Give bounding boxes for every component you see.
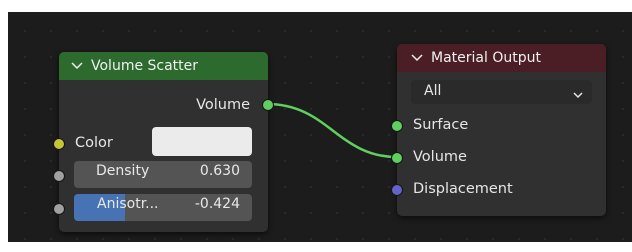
color-input-socket[interactable] [53, 138, 65, 150]
output-volume-socket[interactable] [262, 99, 274, 111]
color-label: Color [75, 135, 113, 151]
anisotropy-input-socket[interactable] [53, 203, 65, 215]
anisotropy-value: -0.424 [194, 196, 240, 212]
material-output-node[interactable]: Material Output All Surface Volume Displ… [391, 44, 606, 216]
anisotropy-label: Anisotr... [97, 196, 159, 212]
displacement-label: Displacement [413, 181, 513, 197]
volume-scatter-title: Volume Scatter [91, 58, 199, 74]
chevron-down-icon [573, 87, 583, 103]
volume-label: Volume [413, 149, 467, 165]
density-label: Density [96, 163, 150, 179]
target-dropdown[interactable]: All [411, 80, 592, 104]
volume-scatter-header[interactable]: Volume Scatter [59, 52, 268, 80]
material-output-title: Material Output [431, 50, 541, 66]
node-editor-canvas[interactable]: Volume Scatter Volume Color Density 0.63… [8, 12, 632, 242]
chevron-down-icon[interactable] [71, 60, 85, 73]
surface-input-socket[interactable] [391, 120, 403, 132]
chevron-down-icon[interactable] [411, 52, 425, 65]
volume-scatter-node[interactable]: Volume Scatter Volume Color Density 0.63… [53, 52, 274, 232]
volume-input-socket[interactable] [391, 152, 403, 164]
material-output-header[interactable]: Material Output [397, 44, 606, 72]
density-input-socket[interactable] [53, 170, 65, 182]
node-link[interactable] [266, 102, 398, 159]
density-field[interactable]: Density 0.630 [74, 161, 252, 188]
anisotropy-slider[interactable]: Anisotr... -0.424 [74, 194, 252, 221]
output-volume-label: Volume [196, 97, 250, 113]
color-swatch[interactable] [152, 127, 252, 156]
density-value: 0.630 [199, 163, 240, 179]
target-dropdown-value: All [424, 83, 442, 99]
screenshot: Volume Scatter Volume Color Density 0.63… [0, 0, 632, 252]
surface-label: Surface [413, 117, 469, 133]
displacement-input-socket[interactable] [391, 184, 403, 196]
